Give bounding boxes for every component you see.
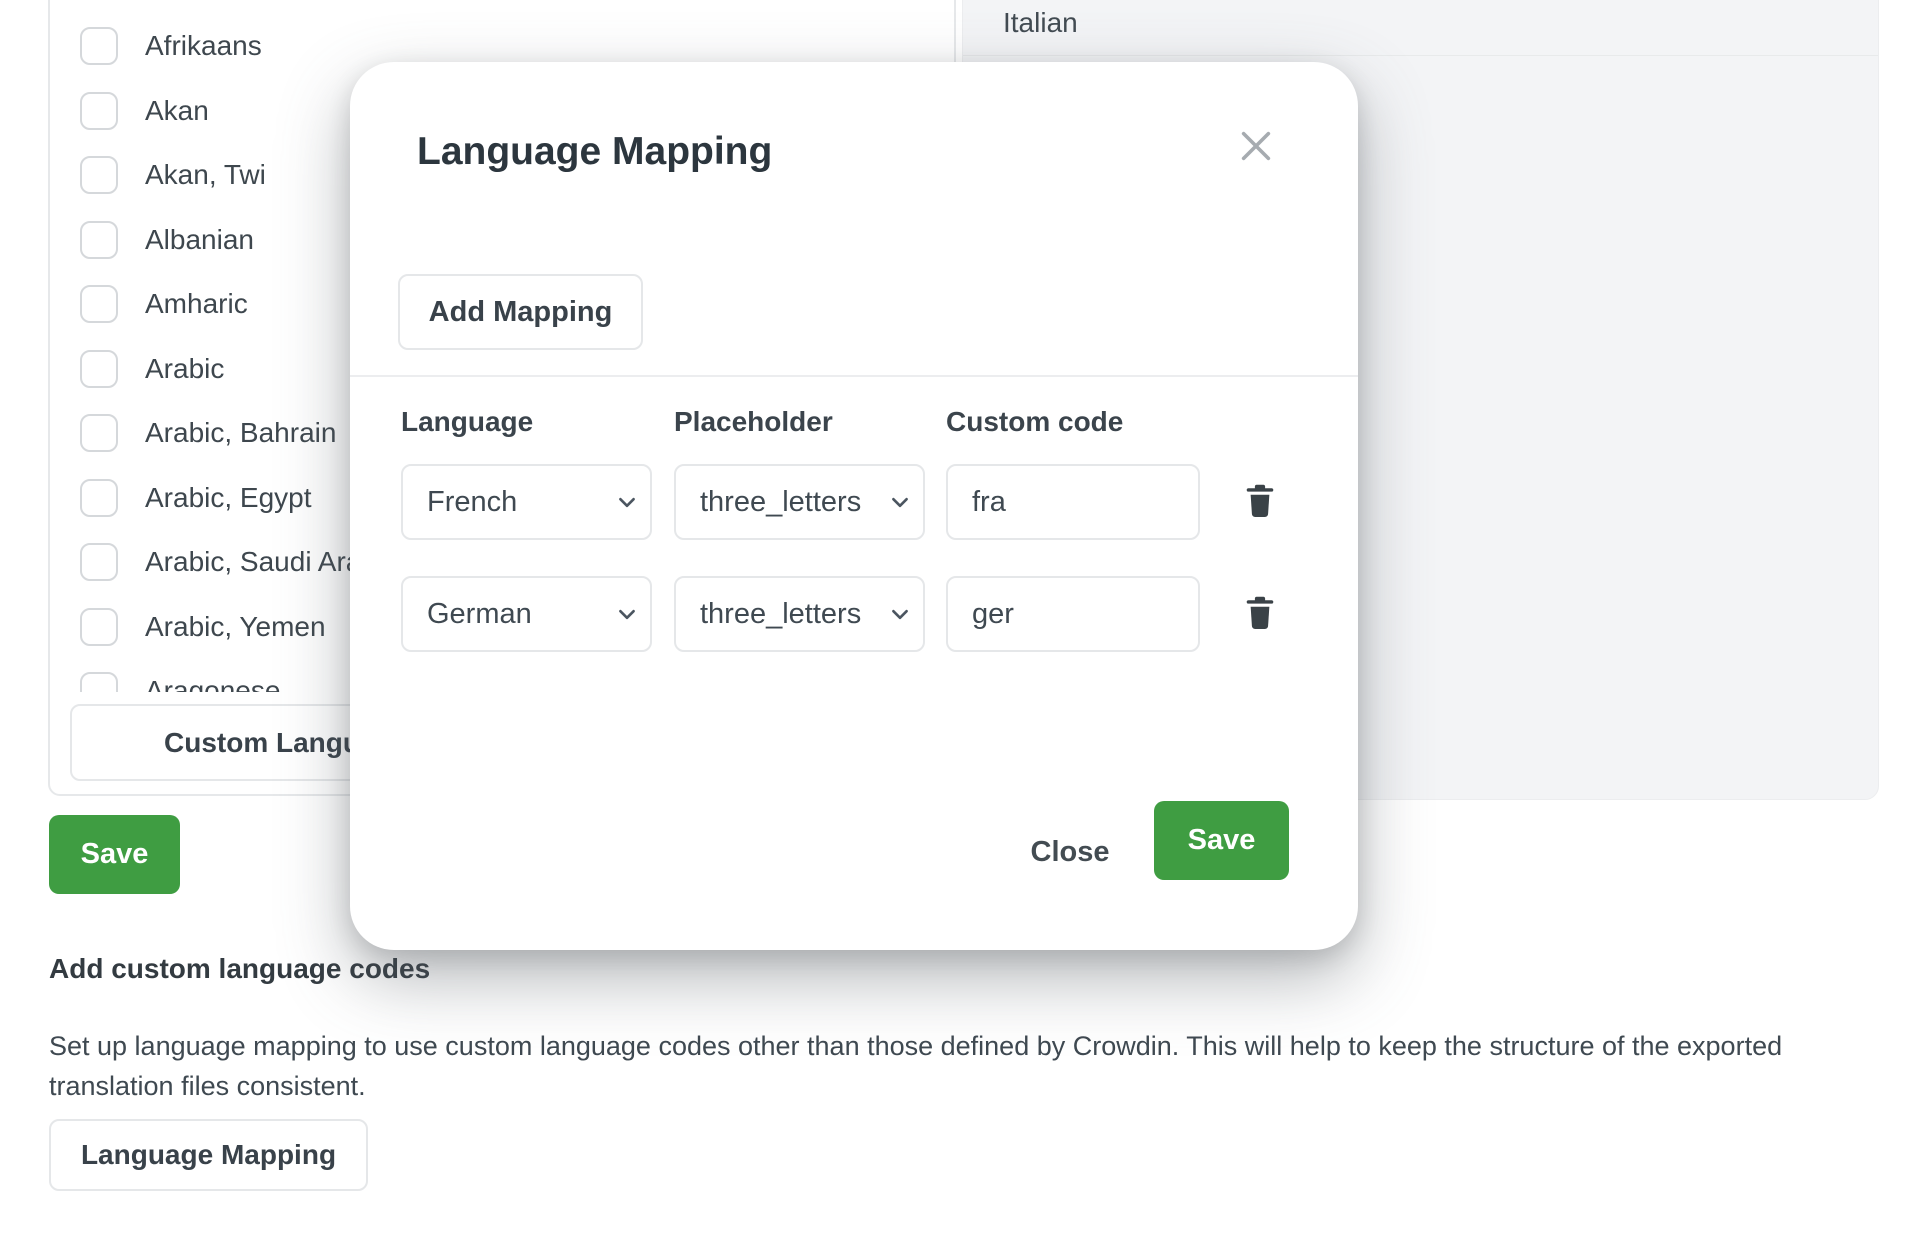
page-save-button[interactable]: Save bbox=[49, 815, 180, 894]
language-label: Arabic bbox=[145, 353, 224, 385]
custom-language-codes-heading: Add custom language codes bbox=[49, 953, 430, 985]
column-header-custom-code: Custom code bbox=[946, 406, 1123, 438]
column-header-language: Language bbox=[401, 406, 533, 438]
chevron-down-icon bbox=[891, 609, 909, 620]
language-checkbox[interactable] bbox=[80, 92, 118, 130]
open-language-mapping-button[interactable]: Language Mapping bbox=[49, 1119, 368, 1191]
language-checkbox[interactable] bbox=[80, 350, 118, 388]
dialog-close-button[interactable]: Close bbox=[1010, 818, 1130, 886]
selected-language-label: Italian bbox=[1003, 7, 1078, 38]
placeholder-select[interactable]: three_letters bbox=[674, 576, 925, 652]
language-checkbox[interactable] bbox=[80, 27, 118, 65]
language-checkbox[interactable] bbox=[80, 221, 118, 259]
placeholder-select-value: three_letters bbox=[700, 486, 889, 519]
language-checkbox[interactable] bbox=[80, 285, 118, 323]
language-label: Albanian bbox=[145, 224, 254, 256]
language-checkbox[interactable] bbox=[80, 479, 118, 517]
close-icon bbox=[1238, 128, 1274, 164]
language-checkbox[interactable] bbox=[80, 543, 118, 581]
add-mapping-button[interactable]: Add Mapping bbox=[398, 274, 643, 350]
custom-language-codes-description-line2: translation files consistent. bbox=[49, 1066, 1809, 1106]
language-checkbox[interactable] bbox=[80, 672, 118, 692]
language-checkbox[interactable] bbox=[80, 414, 118, 452]
chevron-down-icon bbox=[618, 609, 636, 620]
language-label: Arabic, Bahrain bbox=[145, 417, 336, 449]
custom-language-codes-description-line1: Set up language mapping to use custom la… bbox=[49, 1026, 1809, 1066]
delete-mapping-button[interactable] bbox=[1238, 480, 1282, 524]
language-select[interactable]: French bbox=[401, 464, 652, 540]
language-select-value: German bbox=[427, 598, 616, 631]
close-dialog-button[interactable] bbox=[1234, 124, 1278, 168]
language-checkbox[interactable] bbox=[80, 608, 118, 646]
chevron-down-icon bbox=[618, 497, 636, 508]
trash-icon bbox=[1243, 594, 1277, 632]
mapping-row: French three_letters bbox=[350, 464, 1358, 540]
selected-language-item[interactable]: Italian bbox=[963, 0, 1878, 56]
dialog-save-button[interactable]: Save bbox=[1154, 801, 1289, 880]
language-mapping-dialog: Language Mapping Add Mapping Language Pl… bbox=[350, 62, 1358, 950]
language-label: Arabic, Saudi Ara bbox=[145, 546, 361, 578]
language-select-value: French bbox=[427, 486, 616, 519]
mapping-row: German three_letters bbox=[350, 576, 1358, 652]
dialog-divider bbox=[350, 375, 1358, 377]
language-checkbox[interactable] bbox=[80, 156, 118, 194]
language-label: Akan bbox=[145, 95, 209, 127]
custom-code-input[interactable] bbox=[946, 464, 1200, 540]
placeholder-select[interactable]: three_letters bbox=[674, 464, 925, 540]
chevron-down-icon bbox=[891, 497, 909, 508]
language-label: Arabic, Egypt bbox=[145, 482, 312, 514]
custom-code-input[interactable] bbox=[946, 576, 1200, 652]
column-header-placeholder: Placeholder bbox=[674, 406, 833, 438]
language-label: Akan, Twi bbox=[145, 159, 266, 191]
dialog-title: Language Mapping bbox=[417, 130, 772, 174]
language-label: Aragonese bbox=[145, 675, 280, 692]
placeholder-select-value: three_letters bbox=[700, 598, 889, 631]
language-label: Amharic bbox=[145, 288, 248, 320]
language-label: Arabic, Yemen bbox=[145, 611, 326, 643]
language-label: Afrikaans bbox=[145, 30, 262, 62]
language-select[interactable]: German bbox=[401, 576, 652, 652]
trash-icon bbox=[1243, 482, 1277, 520]
delete-mapping-button[interactable] bbox=[1238, 592, 1282, 636]
